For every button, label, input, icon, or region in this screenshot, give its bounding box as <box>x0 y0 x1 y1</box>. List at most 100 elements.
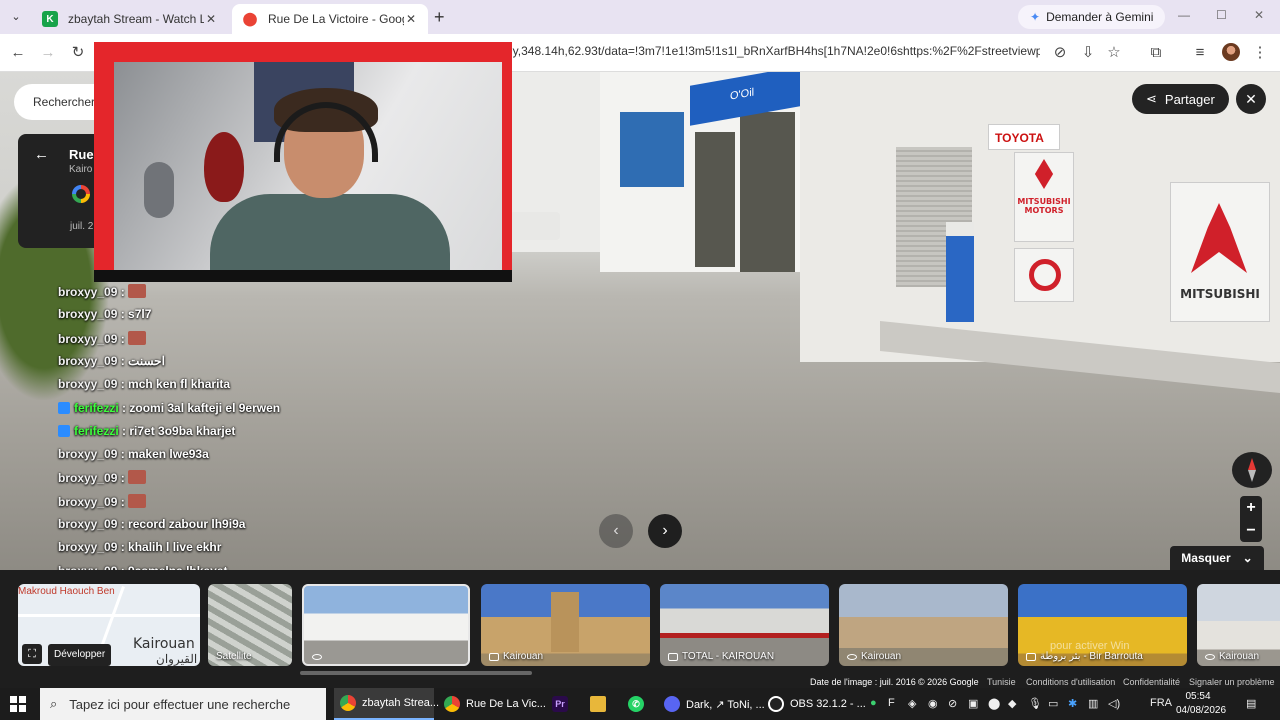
emote-icon <box>128 493 147 508</box>
tray-app-icon[interactable]: ▥ <box>1088 697 1098 710</box>
tray-status-icon[interactable]: ● <box>870 697 877 709</box>
menu-icon[interactable]: ⋮ <box>1250 43 1270 63</box>
chat-username[interactable]: broxyy_09 <box>58 332 117 346</box>
chat-text: record zabour lh9i9a <box>128 517 246 531</box>
tab-kick-stream[interactable]: K zbaytah Stream - Watch Live o ✕ <box>32 4 228 34</box>
back-arrow-icon[interactable]: ← <box>34 146 49 163</box>
media-controls-icon[interactable]: ≡ <box>1190 43 1210 63</box>
taskbar-search-placeholder: Tapez ici pour effectuer une recherche <box>69 696 291 712</box>
thumb-label: Kairouan <box>489 651 543 662</box>
taskbar-app-label: Rue De La Vic... <box>466 698 546 710</box>
maximize-icon[interactable]: ☐ <box>1216 8 1227 22</box>
photo-thumbnail[interactable]: بئر بروطة - Bir Barrouta <box>1018 584 1187 666</box>
filmstrip-scrollbar[interactable] <box>300 671 532 675</box>
tray-app-icon[interactable]: ▣ <box>968 697 978 710</box>
fuel-pump <box>946 222 974 322</box>
chat-username[interactable]: broxyy_09 <box>58 354 117 368</box>
country-link[interactable]: Tunisie <box>987 677 1016 687</box>
tracking-off-icon[interactable]: ⊘ <box>1050 43 1070 63</box>
streetview-thumbnail[interactable]: Kairouan <box>1197 584 1280 666</box>
thumb-label-text: Kairouan <box>503 651 544 662</box>
tray-app-icon[interactable]: ◆ <box>1008 697 1016 710</box>
profile-avatar[interactable] <box>1222 43 1240 61</box>
satellite-thumbnail[interactable]: Satellite <box>208 584 292 666</box>
satellite-label: Satellite <box>216 651 252 662</box>
taskbar-app-discord[interactable]: Dark, ↗ ToNi, ... <box>658 688 765 720</box>
mitsubishi-logo-icon <box>1191 203 1247 273</box>
map-city-arabic: القيروان <box>156 652 198 666</box>
chat-username[interactable]: broxyy_09 <box>58 517 117 531</box>
photo-thumbnail[interactable]: Kairouan <box>481 584 650 666</box>
streetview-icon <box>312 654 322 660</box>
taskbar-app-whatsapp[interactable]: ✆ <box>622 688 650 720</box>
tray-app-icon[interactable]: ⬤ <box>988 697 1000 710</box>
hide-filmstrip-button[interactable]: Masquer ⌄ <box>1170 546 1264 570</box>
bluetooth-icon[interactable]: ✱ <box>1068 697 1077 710</box>
chat-message: broxyy_09 : record zabour lh9i9a <box>58 517 245 537</box>
streetview-thumbnail[interactable]: Kairouan <box>839 584 1008 666</box>
language-indicator[interactable]: FRA <box>1150 697 1172 709</box>
minimize-icon[interactable]: — <box>1178 8 1190 22</box>
forward-icon[interactable]: → <box>38 43 58 63</box>
share-icon: ⋖ <box>1146 91 1157 106</box>
zoom-out-button[interactable]: − <box>1240 519 1262 542</box>
copyright: © 2026 Google <box>918 677 979 687</box>
mitsubishi-logo-icon <box>1034 159 1054 189</box>
privacy-link[interactable]: Confidentialité <box>1123 677 1180 687</box>
taskbar-app-explorer[interactable] <box>584 688 612 720</box>
chat-username[interactable]: broxyy_09 <box>58 495 117 509</box>
tray-app-icon[interactable]: ◈ <box>908 697 916 710</box>
streamer-body <box>210 194 450 270</box>
tray-f-icon[interactable]: F <box>888 697 895 709</box>
chat-username[interactable]: broxyy_09 <box>58 377 117 391</box>
window-close-icon[interactable]: ✕ <box>1254 8 1264 22</box>
taskbar-clock[interactable]: 05:54 04/08/2026 <box>1176 690 1226 718</box>
share-button[interactable]: ⋖ Partager <box>1132 84 1229 114</box>
reload-icon[interactable]: ↻ <box>68 43 88 63</box>
new-tab-icon[interactable]: + <box>434 8 445 26</box>
notifications-icon[interactable]: ▤ <box>1246 697 1256 710</box>
tray-battery-icon[interactable]: ▭ <box>1048 697 1058 710</box>
chat-username[interactable]: broxyy_09 <box>58 540 117 554</box>
taskbar-app-chrome-stream[interactable]: zbaytah Strea... <box>334 688 439 720</box>
thumb-label-text: Kairouan <box>861 651 902 662</box>
close-icon[interactable]: ✕ <box>404 12 418 26</box>
tray-app-icon[interactable]: ◉ <box>928 697 938 710</box>
windows-start-icon[interactable] <box>10 696 26 712</box>
terms-link[interactable]: Conditions d'utilisation <box>1026 677 1115 687</box>
taskbar-app-premiere[interactable]: Pr <box>546 688 574 720</box>
chat-text: mch ken fl kharita <box>128 377 231 392</box>
photo-thumbnail[interactable]: TOTAL - KAIROUAN <box>660 584 829 666</box>
chat-username[interactable]: broxyy_09 <box>58 471 117 485</box>
bookmark-star-icon[interactable]: ☆ <box>1104 43 1124 63</box>
tray-mic-icon[interactable]: 🎙 <box>1028 697 1042 710</box>
taskbar-search-input[interactable]: ⌕ Tapez ici pour effectuer une recherche <box>40 688 326 720</box>
report-link[interactable]: Signaler un problème <box>1189 677 1275 687</box>
taskbar-app-chrome-maps[interactable]: Rue De La Vic... <box>438 688 546 720</box>
tab-google-maps[interactable]: ⬤ Rue De La Victoire - Google Ma ✕ <box>232 4 428 34</box>
gemini-button[interactable]: ✦ Demander à Gemini <box>1018 5 1166 29</box>
expand-icon[interactable]: ⛶ <box>22 644 42 664</box>
extensions-icon[interactable]: ⧉ <box>1146 43 1166 63</box>
current-streetview-thumbnail[interactable] <box>302 584 470 666</box>
tab-search-icon[interactable]: ⌄ <box>6 7 26 27</box>
chat-username[interactable]: broxyy_09 <box>58 307 117 321</box>
previous-photo-button[interactable]: ‹ <box>599 514 633 548</box>
next-photo-button[interactable]: › <box>648 514 682 548</box>
chat-username[interactable]: ferifezzi <box>74 401 119 415</box>
chat-username[interactable]: broxyy_09 <box>58 447 117 461</box>
tray-app-icon[interactable]: ⊘ <box>948 697 957 710</box>
back-icon[interactable]: ← <box>8 43 28 63</box>
taskbar-app-obs[interactable]: OBS 32.1.2 - ... <box>762 688 866 720</box>
install-icon[interactable]: ⇩ <box>1078 43 1098 63</box>
address-bar[interactable]: ly,348.14h,62.93t/data=!3m7!1e1!3m5!1s1l… <box>510 44 1040 58</box>
chat-text: احسنت <box>128 353 165 368</box>
volume-icon[interactable]: ◁) <box>1108 697 1120 710</box>
close-icon[interactable]: ✕ <box>204 12 218 26</box>
expand-map-button[interactable]: Développer <box>48 644 112 666</box>
close-street-view-button[interactable]: ✕ <box>1236 84 1266 114</box>
zoom-in-button[interactable]: + <box>1240 496 1262 519</box>
chat-username[interactable]: broxyy_09 <box>58 285 117 299</box>
masquer-label: Masquer <box>1181 551 1231 565</box>
chat-username[interactable]: ferifezzi <box>74 424 119 438</box>
